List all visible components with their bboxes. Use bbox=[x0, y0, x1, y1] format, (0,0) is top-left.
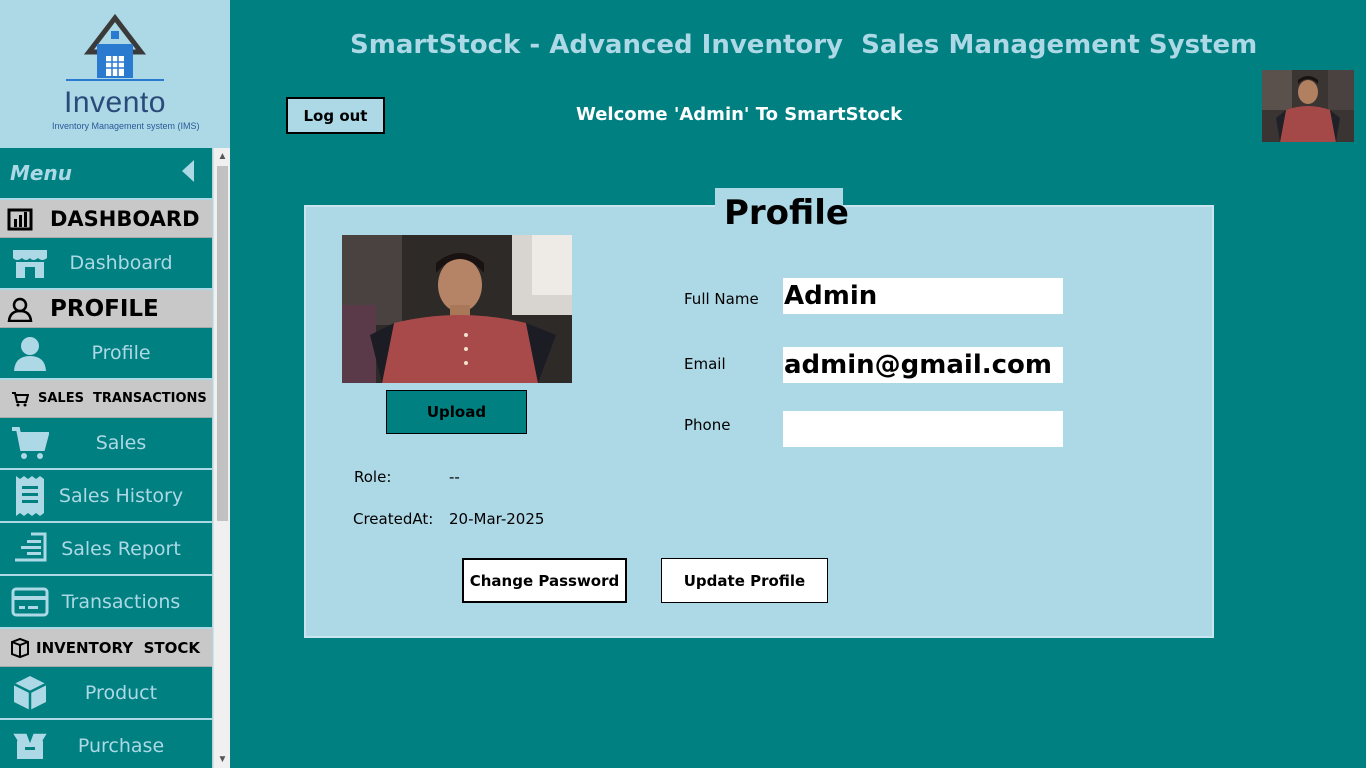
open-box-icon bbox=[10, 726, 50, 766]
logout-button[interactable]: Log out bbox=[286, 97, 385, 134]
sidebar-item-sales[interactable]: Sales bbox=[0, 418, 212, 470]
sidebar-item-label: Profile bbox=[91, 342, 151, 364]
section-label: INVENTORY STOCK bbox=[36, 638, 200, 657]
sidebar-item-product[interactable]: Product bbox=[0, 667, 212, 720]
fullname-label: Full Name bbox=[684, 290, 759, 308]
section-dashboard: DASHBOARD bbox=[0, 200, 212, 238]
section-label: SALES TRANSACTIONS bbox=[38, 391, 207, 406]
sidebar-item-dashboard[interactable]: Dashboard bbox=[0, 238, 212, 290]
app-logo: Invento Inventory Management system (IMS… bbox=[0, 0, 230, 148]
sidebar-item-label: Sales History bbox=[58, 484, 184, 507]
profile-photo bbox=[342, 235, 572, 383]
section-sales-transactions: SALES TRANSACTIONS bbox=[0, 380, 212, 418]
sidebar-item-sales-history[interactable]: Sales History bbox=[0, 470, 212, 523]
bar-chart-icon bbox=[6, 205, 34, 233]
profile-title: Profile bbox=[724, 193, 849, 233]
sidebar-item-transactions[interactable]: Transactions bbox=[0, 576, 212, 629]
role-value: -- bbox=[449, 468, 460, 486]
house-logo-icon bbox=[66, 13, 164, 81]
sidebar-item-profile[interactable]: Profile bbox=[0, 328, 212, 380]
change-password-button[interactable]: Change Password bbox=[462, 558, 627, 603]
collapse-menu-icon[interactable] bbox=[182, 160, 194, 182]
section-profile: PROFILE bbox=[0, 290, 212, 328]
credit-card-icon bbox=[10, 582, 50, 622]
logo-subtitle: Inventory Management system (IMS) bbox=[52, 121, 200, 131]
section-label: DASHBOARD bbox=[50, 206, 200, 231]
user-outline-icon bbox=[6, 295, 34, 323]
menu-list: Menu DASHBOARD Dashboard PROFILE Profile… bbox=[0, 148, 212, 768]
sidebar-item-label: Transactions bbox=[61, 590, 181, 613]
sidebar-item-label: Purchase bbox=[77, 734, 165, 757]
scroll-down-icon[interactable]: ▼ bbox=[214, 751, 231, 768]
cart-icon bbox=[6, 385, 34, 413]
person-icon bbox=[10, 333, 50, 373]
menu-label: Menu bbox=[10, 161, 72, 185]
upload-button[interactable]: Upload bbox=[386, 390, 527, 434]
created-at-label: CreatedAt: bbox=[353, 510, 434, 528]
shopping-cart-icon bbox=[10, 423, 50, 463]
sidebar-item-label: Product bbox=[84, 681, 158, 704]
sidebar-item-purchase[interactable]: Purchase bbox=[0, 720, 212, 768]
menu-header: Menu bbox=[0, 148, 212, 200]
store-icon bbox=[10, 243, 50, 283]
section-label: PROFILE bbox=[50, 295, 159, 322]
cube-icon bbox=[10, 673, 50, 713]
box-outline-icon bbox=[6, 634, 34, 662]
avatar[interactable] bbox=[1262, 70, 1354, 142]
phone-label: Phone bbox=[684, 416, 731, 434]
created-at-value: 20-Mar-2025 bbox=[449, 510, 545, 528]
sidebar-item-label: Sales bbox=[95, 432, 147, 454]
app-title: SmartStock - Advanced Inventory Sales Ma… bbox=[350, 30, 1258, 60]
welcome-message: Welcome 'Admin' To SmartStock bbox=[576, 104, 903, 125]
fullname-field[interactable] bbox=[783, 278, 1063, 314]
sidebar-scrollbar[interactable]: ▲ ▼ bbox=[213, 148, 230, 768]
sidebar-item-label: Dashboard bbox=[69, 252, 173, 274]
section-inventory-stock: INVENTORY STOCK bbox=[0, 629, 212, 667]
scrollbar-thumb[interactable] bbox=[217, 166, 228, 521]
email-label: Email bbox=[684, 355, 726, 373]
phone-field[interactable] bbox=[783, 411, 1063, 447]
report-icon bbox=[10, 529, 50, 569]
scroll-up-icon[interactable]: ▲ bbox=[214, 148, 231, 165]
update-profile-button[interactable]: Update Profile bbox=[661, 558, 828, 603]
email-field[interactable] bbox=[783, 347, 1063, 383]
receipt-icon bbox=[10, 475, 50, 516]
logo-name: Invento bbox=[64, 86, 166, 119]
role-label: Role: bbox=[354, 468, 392, 486]
sidebar-item-sales-report[interactable]: Sales Report bbox=[0, 523, 212, 576]
sidebar-item-label: Sales Report bbox=[61, 537, 181, 560]
sidebar: Invento Inventory Management system (IMS… bbox=[0, 0, 230, 768]
